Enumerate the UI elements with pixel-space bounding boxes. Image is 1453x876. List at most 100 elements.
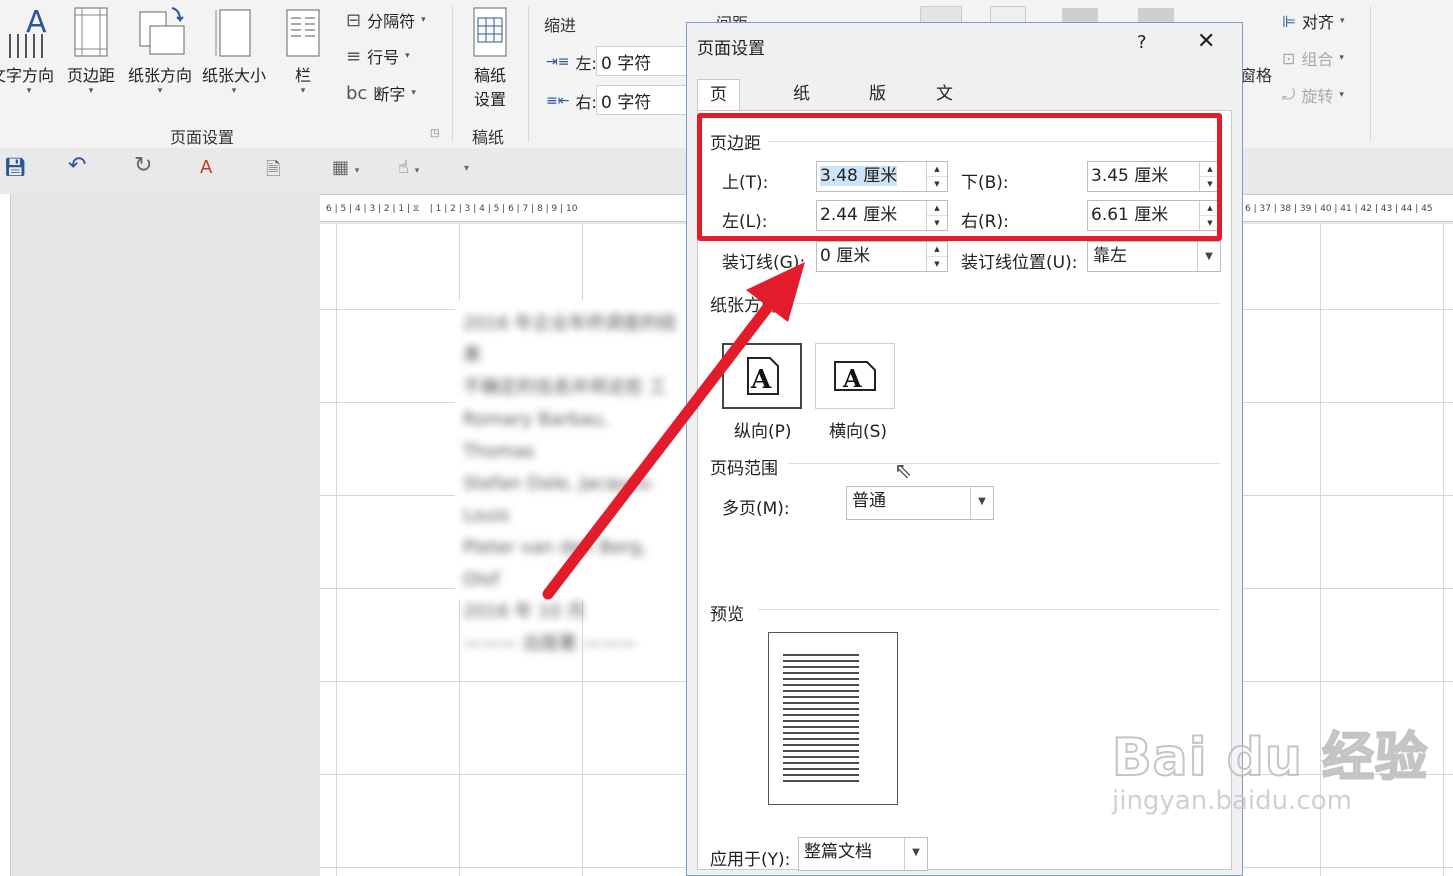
columns-icon — [286, 9, 320, 57]
gutter-position-value: 靠左 — [1093, 246, 1127, 266]
tab-margins[interactable]: 页边距 — [697, 79, 740, 165]
group-label: 组合 — [1301, 50, 1334, 69]
rotate-button[interactable]: ⤾ 旋转 ▾ — [1282, 83, 1344, 107]
hyphenation-button[interactable]: bc 断字 ▾ — [346, 81, 416, 105]
group-divider — [528, 6, 529, 142]
chevron-down-icon: ▾ — [300, 86, 306, 96]
group-button[interactable]: ⊡ 组合 ▾ — [1282, 46, 1344, 70]
align-button[interactable]: ⊫ 对齐 ▾ — [1282, 9, 1344, 33]
multiple-pages-select[interactable]: 普通 ▼ — [846, 486, 994, 520]
ruler-left-ticks: 6 | 5 | 4 | 3 | 2 | 1 | — [326, 204, 411, 214]
format-painter-icon[interactable]: A — [200, 157, 212, 178]
spin-down-icon[interactable]: ▼ — [927, 256, 947, 271]
preview-lines — [783, 654, 859, 782]
indent-right-icon: ≡⇤ — [546, 93, 570, 109]
chevron-down-icon: ▾ — [421, 15, 426, 25]
manuscript-label-1: 稿纸 — [473, 66, 506, 85]
landscape-label[interactable]: 横向(S) — [829, 417, 887, 442]
columns-button[interactable]: 栏 ▾ — [280, 4, 326, 96]
align-label: 对齐 — [1301, 13, 1334, 32]
landscape-icon: A — [834, 361, 876, 393]
ruler-right-ticks: 6 | 37 | 38 | 39 | 40 | 41 | 42 | 43 | 4… — [1245, 204, 1433, 214]
tab-layout[interactable]: 版式 — [857, 79, 898, 134]
chevron-down-icon[interactable]: ▼ — [1197, 242, 1220, 271]
customize-qat-icon[interactable]: ▾ — [464, 163, 469, 174]
manuscript-settings-button[interactable]: 稿纸 设置 — [462, 4, 518, 110]
margins-icon — [74, 7, 108, 57]
chevron-down-icon: ▾ — [1339, 53, 1344, 63]
chevron-down-icon: ▾ — [411, 88, 416, 98]
gutter-position-select[interactable]: 靠左 ▼ — [1087, 241, 1221, 272]
selection-pane-label[interactable]: 窗格 — [1240, 62, 1272, 86]
rotate-label: 旋转 — [1301, 87, 1334, 106]
orientation-icon — [139, 7, 185, 55]
breaks-button[interactable]: ⊟ 分隔符 ▾ — [346, 8, 426, 32]
text-direction-button[interactable]: A 文字方向 ▾ — [0, 4, 58, 96]
hyphenation-label: 断字 — [373, 85, 406, 104]
horizontal-ruler-right[interactable]: 6 | 37 | 38 | 39 | 40 | 41 | 42 | 43 | 4… — [1243, 194, 1453, 222]
chevron-down-icon: ▾ — [88, 86, 94, 96]
page-size-icon — [215, 9, 251, 57]
margins-label: 页边距 — [66, 66, 115, 85]
chevron-down-icon[interactable]: ▼ — [970, 487, 993, 519]
tab-document-grid[interactable]: 文档网格 — [924, 79, 965, 194]
breaks-icon: ⊟ — [346, 9, 362, 31]
touch-mode-icon[interactable]: ☝ ▾ — [398, 157, 419, 178]
breaks-label: 分隔符 — [367, 12, 416, 31]
dialog-title: 页面设置 — [697, 39, 765, 59]
columns-label: 栏 — [294, 66, 311, 85]
indent-marker[interactable]: ⧖ — [413, 195, 427, 221]
page-size-label: 纸张大小 — [201, 66, 266, 85]
save-icon[interactable]: 💾︎ — [4, 157, 27, 178]
undo-icon[interactable]: ↶ — [68, 153, 86, 178]
svg-text:A: A — [842, 364, 862, 393]
section-divider — [788, 463, 1220, 464]
manuscript-label-2: 设置 — [473, 90, 506, 109]
indent-right: ≡⇤ 右: — [546, 89, 597, 113]
redo-icon[interactable]: ↻ — [134, 153, 152, 178]
gutter-spinner[interactable]: 0 厘米 ▲ ▼ — [816, 241, 948, 272]
mouse-cursor-icon: ⇖ — [894, 459, 913, 484]
chevron-down-icon: ▾ — [1339, 90, 1344, 100]
svg-text:A: A — [26, 5, 47, 40]
line-numbers-label: 行号 — [367, 48, 400, 67]
indent-label: 缩进 — [544, 16, 577, 35]
dialog-launcher-icon[interactable]: ◳ — [430, 128, 439, 139]
table-icon[interactable]: ▦ ▾ — [332, 157, 359, 178]
vertical-ruler[interactable] — [0, 194, 11, 876]
watermark-url: jingyan.baidu.com — [1112, 786, 1352, 816]
document-icon[interactable]: 🗎 — [266, 157, 280, 187]
page-setup-group-label: 页面设置 — [170, 128, 235, 147]
indent-left-input[interactable]: 0 字符 — [596, 46, 691, 76]
group-divider — [452, 6, 453, 142]
indent-right-label: 右: — [575, 93, 597, 112]
spin-up-icon[interactable]: ▲ — [927, 242, 947, 256]
preview-page — [768, 632, 898, 805]
tab-paper[interactable]: 纸张 — [781, 79, 822, 134]
hyphenation-icon: bc — [346, 82, 368, 104]
margins-highlight-box — [697, 113, 1222, 241]
blurred-line: ——— 出版著 ——— — [463, 633, 637, 654]
group-icon: ⊡ — [1282, 48, 1296, 68]
chevron-down-icon: ▾ — [1339, 16, 1345, 26]
close-button[interactable]: ✕ — [1197, 29, 1215, 54]
orientation-button[interactable]: 纸张方向 ▾ — [124, 4, 196, 96]
line-numbers-button[interactable]: ≡ 行号 ▾ — [346, 44, 410, 68]
manuscript-group-label: 稿纸 — [472, 128, 505, 147]
margins-button[interactable]: 页边距 ▾ — [62, 4, 120, 96]
horizontal-ruler[interactable]: 6 | 5 | 4 | 3 | 2 | 1 | ⧖ | 1 | 2 | 3 | … — [320, 194, 686, 222]
indent-right-input[interactable]: 0 字符 — [596, 85, 691, 115]
gutter-value[interactable]: 0 厘米 — [817, 242, 926, 271]
indent-left-icon: ⇥≡ — [546, 54, 570, 70]
align-icon: ⊫ — [1282, 11, 1296, 31]
chevron-down-icon: ▾ — [231, 86, 237, 96]
chevron-down-icon: ▾ — [26, 86, 32, 96]
ruler-mid-ticks: | 1 | 2 | 3 | 4 | 5 | 6 | 7 | 8 | 9 | 10 — [429, 204, 578, 214]
chevron-down-icon: ▾ — [157, 86, 163, 96]
chevron-down-icon[interactable]: ▼ — [904, 838, 927, 870]
orientation-label: 纸张方向 — [127, 66, 192, 85]
gutter-position-label: 装订线位置(U): — [961, 253, 1078, 273]
help-button[interactable]: ? — [1137, 32, 1147, 53]
apply-to-select[interactable]: 整篇文档 ▼ — [798, 837, 928, 871]
page-size-button[interactable]: 纸张大小 ▾ — [198, 4, 270, 96]
